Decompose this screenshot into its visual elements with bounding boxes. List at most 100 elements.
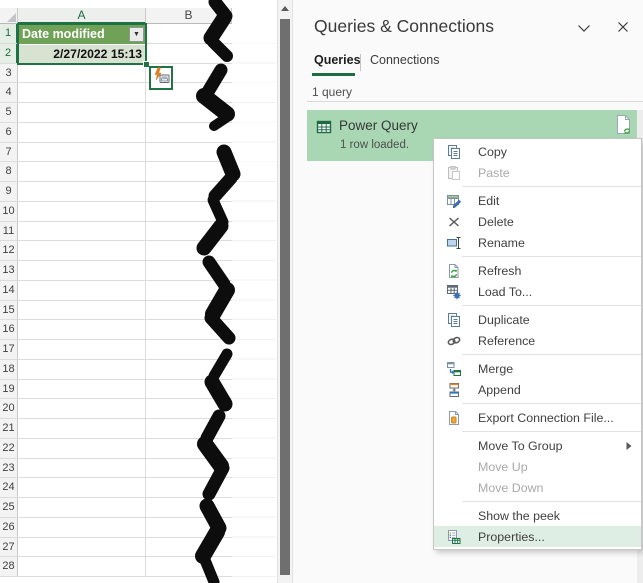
cell-A22[interactable] [18, 439, 146, 458]
cell-A23[interactable] [18, 459, 146, 478]
row-header-24[interactable]: 24 [0, 478, 18, 497]
filter-dropdown-icon[interactable]: ▼ [129, 27, 144, 42]
row-header-21[interactable]: 21 [0, 419, 18, 438]
cell-A5[interactable] [18, 103, 146, 122]
menu-item-properties[interactable]: Properties... [434, 526, 641, 547]
menu-item-edit[interactable]: Edit [434, 190, 641, 211]
row-header-22[interactable]: 22 [0, 439, 18, 458]
cell-A12[interactable] [18, 241, 146, 260]
cell-A15[interactable] [18, 301, 146, 320]
cell-A19[interactable] [18, 380, 146, 399]
cell-B23[interactable] [146, 459, 232, 478]
scrollbar-thumb[interactable] [280, 19, 290, 575]
menu-item-refresh[interactable]: Refresh [434, 260, 641, 281]
cell-B6[interactable] [146, 123, 232, 142]
row-header-26[interactable]: 26 [0, 518, 18, 537]
cell-B26[interactable] [146, 518, 232, 537]
row-header-15[interactable]: 15 [0, 301, 18, 320]
cell-A24[interactable] [18, 478, 146, 497]
row-header-6[interactable]: 6 [0, 123, 18, 142]
cell-B15[interactable] [146, 301, 232, 320]
cell-B12[interactable] [146, 241, 232, 260]
row-header-8[interactable]: 8 [0, 162, 18, 181]
row-header-16[interactable]: 16 [0, 320, 18, 339]
cell-B10[interactable] [146, 202, 232, 221]
pane-collapse-button[interactable] [574, 20, 594, 38]
row-header-20[interactable]: 20 [0, 399, 18, 418]
cell-A4[interactable] [18, 83, 146, 102]
menu-item-move-to-group[interactable]: Move To Group [434, 435, 641, 456]
cell-B20[interactable] [146, 399, 232, 418]
cell-A14[interactable] [18, 281, 146, 300]
row-header-2[interactable]: 2 [0, 44, 18, 63]
cell-A20[interactable] [18, 399, 146, 418]
worksheet-scrollbar[interactable] [277, 0, 292, 583]
cell-B14[interactable] [146, 281, 232, 300]
cell-A18[interactable] [18, 360, 146, 379]
cell-B18[interactable] [146, 360, 232, 379]
cell-B9[interactable] [146, 182, 232, 201]
row-header-11[interactable]: 11 [0, 222, 18, 241]
row-header-4[interactable]: 4 [0, 83, 18, 102]
cell-A8[interactable] [18, 162, 146, 181]
menu-item-reference[interactable]: Reference [434, 330, 641, 351]
cell-A21[interactable] [18, 419, 146, 438]
cell-B7[interactable] [146, 143, 232, 162]
cell-B13[interactable] [146, 261, 232, 280]
cell-A25[interactable] [18, 498, 146, 517]
row-header-28[interactable]: 28 [0, 557, 18, 576]
cell-A1[interactable]: Date modified ▼ [19, 25, 146, 44]
cell-A10[interactable] [18, 202, 146, 221]
cell-A11[interactable] [18, 222, 146, 241]
cell-B8[interactable] [146, 162, 232, 181]
row-header-7[interactable]: 7 [0, 143, 18, 162]
cell-B11[interactable] [146, 222, 232, 241]
quick-analysis-button[interactable] [149, 66, 173, 90]
menu-item-copy[interactable]: Copy [434, 141, 641, 162]
menu-item-append[interactable]: Append [434, 379, 641, 400]
row-header-3[interactable]: 3 [0, 64, 18, 83]
row-header-25[interactable]: 25 [0, 498, 18, 517]
menu-item-duplicate[interactable]: Duplicate [434, 309, 641, 330]
row-header-13[interactable]: 13 [0, 261, 18, 280]
pane-close-button[interactable] [613, 20, 633, 38]
column-header-B[interactable]: B [146, 8, 232, 24]
menu-item-load-to[interactable]: Load To... [434, 281, 641, 302]
row-header-12[interactable]: 12 [0, 241, 18, 260]
column-header-A[interactable]: A [18, 8, 146, 24]
row-header-1[interactable]: 1 [0, 24, 18, 43]
cell-A6[interactable] [18, 123, 146, 142]
cell-B24[interactable] [146, 478, 232, 497]
cell-A28[interactable] [18, 557, 146, 576]
row-header-18[interactable]: 18 [0, 360, 18, 379]
cell-B19[interactable] [146, 380, 232, 399]
cell-A17[interactable] [18, 340, 146, 359]
cell-B16[interactable] [146, 320, 232, 339]
menu-item-export-connection-file[interactable]: Export Connection File... [434, 407, 641, 428]
menu-item-show-the-peek[interactable]: Show the peek [434, 505, 641, 526]
tab-queries[interactable]: Queries [314, 53, 361, 67]
row-header-10[interactable]: 10 [0, 202, 18, 221]
cell-A7[interactable] [18, 143, 146, 162]
menu-item-merge[interactable]: Merge [434, 358, 641, 379]
cell-B27[interactable] [146, 538, 232, 557]
cell-A26[interactable] [18, 518, 146, 537]
cell-B1[interactable] [146, 24, 232, 43]
cell-B21[interactable] [146, 419, 232, 438]
row-header-19[interactable]: 19 [0, 380, 18, 399]
cell-A27[interactable] [18, 538, 146, 557]
cell-A16[interactable] [18, 320, 146, 339]
cell-B22[interactable] [146, 439, 232, 458]
row-header-27[interactable]: 27 [0, 538, 18, 557]
tab-connections[interactable]: Connections [370, 53, 440, 67]
row-header-23[interactable]: 23 [0, 459, 18, 478]
cell-B28[interactable] [146, 557, 232, 576]
row-header-14[interactable]: 14 [0, 281, 18, 300]
menu-item-rename[interactable]: Rename [434, 232, 641, 253]
cell-B5[interactable] [146, 103, 232, 122]
cell-A9[interactable] [18, 182, 146, 201]
select-all-corner[interactable] [0, 8, 18, 24]
cell-A3[interactable] [18, 64, 146, 83]
refresh-document-icon[interactable] [614, 114, 634, 138]
cell-B17[interactable] [146, 340, 232, 359]
